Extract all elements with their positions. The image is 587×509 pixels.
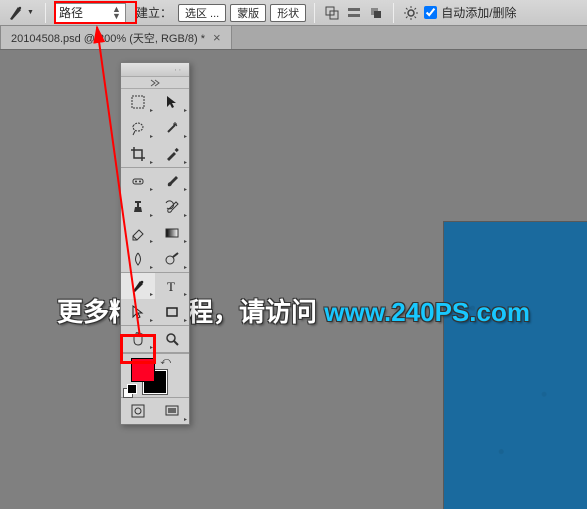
- divider: [393, 3, 394, 23]
- document-tab-title: 20104508.psd @ 200% (天空, RGB/8) *: [11, 30, 205, 46]
- close-icon[interactable]: ×: [213, 30, 221, 45]
- panel-collapse-toggle[interactable]: [121, 77, 189, 89]
- eraser-tool[interactable]: ▸: [121, 220, 155, 246]
- divider: [314, 3, 315, 23]
- rectangle-shape-tool[interactable]: ▸: [155, 299, 189, 325]
- panel-grip[interactable]: ∙∙: [121, 63, 189, 77]
- auto-add-delete-input[interactable]: [424, 6, 437, 19]
- document-tab[interactable]: 20104508.psd @ 200% (天空, RGB/8) * ×: [0, 25, 232, 49]
- color-swatch-zone: ⤺: [121, 353, 189, 397]
- tool-mode-value: 路径: [59, 4, 83, 21]
- default-colors-icon-bg: [127, 384, 137, 394]
- type-tool[interactable]: T▸: [155, 273, 189, 299]
- chevron-down-icon: ▼: [27, 9, 34, 16]
- auto-add-delete-label: 自动添加/删除: [441, 4, 516, 21]
- tool-mode-select[interactable]: 路径 ▲▼: [54, 3, 126, 23]
- hand-tool[interactable]: ▸: [121, 326, 155, 352]
- select-stepper-icon: ▲▼: [112, 6, 121, 20]
- screen-mode[interactable]: ▸: [155, 398, 189, 424]
- gear-icon[interactable]: [402, 4, 420, 22]
- pen-icon: [7, 4, 25, 22]
- canvas-area: 更多精品教程，请访问 www.240PS.com: [0, 50, 587, 509]
- pen-tool[interactable]: ▸: [121, 273, 155, 299]
- crop-tool[interactable]: ▸: [121, 141, 155, 167]
- zoom-tool[interactable]: [155, 326, 189, 352]
- path-selection-tool[interactable]: ▸: [121, 299, 155, 325]
- move-tool[interactable]: ▸: [155, 89, 189, 115]
- clone-stamp-tool[interactable]: ▸: [121, 194, 155, 220]
- path-alignment-icon[interactable]: [345, 4, 363, 22]
- eyedropper-tool[interactable]: ▸: [155, 141, 189, 167]
- make-shape-button[interactable]: 形状: [270, 4, 306, 22]
- path-arrangement-icon[interactable]: [367, 4, 385, 22]
- svg-text:T: T: [167, 279, 175, 294]
- divider: [45, 3, 46, 23]
- auto-add-delete-checkbox[interactable]: 自动添加/删除: [424, 4, 516, 21]
- make-selection-button[interactable]: 选区 ...: [178, 4, 226, 22]
- document-tabs-bar: 20104508.psd @ 200% (天空, RGB/8) * ×: [0, 26, 587, 50]
- path-operations-icon[interactable]: [323, 4, 341, 22]
- brush-tool[interactable]: ▸: [155, 168, 189, 194]
- grip-dots-icon: ∙∙: [175, 65, 183, 74]
- make-mask-button[interactable]: 蒙版: [230, 4, 266, 22]
- edit-modes-row: ▸: [121, 397, 189, 424]
- lasso-tool[interactable]: ▸: [121, 115, 155, 141]
- tool-preset-picker[interactable]: ▼: [4, 2, 37, 24]
- magic-wand-tool[interactable]: ▸: [155, 115, 189, 141]
- document-canvas[interactable]: [444, 222, 587, 509]
- foreground-color-swatch[interactable]: [131, 358, 155, 382]
- history-brush-tool[interactable]: ▸: [155, 194, 189, 220]
- spot-healing-brush-tool[interactable]: ▸: [121, 168, 155, 194]
- options-bar: ▼ 路径 ▲▼ 建立： 选区 ... 蒙版 形状 自动添加/删除: [0, 0, 587, 26]
- watermark-cn: 更多精品教程，请访问: [57, 297, 324, 327]
- swap-colors-icon[interactable]: ⤺: [160, 356, 171, 367]
- tool-grid: ▸ ▸ ▸ ▸ ▸ ▸ ▸ ▸ ▸ ▸ ▸: [121, 89, 189, 352]
- quick-mask-mode[interactable]: [121, 398, 155, 424]
- dodge-tool[interactable]: ▸: [155, 246, 189, 272]
- rectangular-marquee-tool[interactable]: ▸: [121, 89, 155, 115]
- create-label: 建立：: [136, 4, 172, 21]
- blur-tool[interactable]: ▸: [121, 246, 155, 272]
- gradient-tool[interactable]: ▸: [155, 220, 189, 246]
- tools-panel: ∙∙ ▸ ▸ ▸ ▸ ▸ ▸ ▸ ▸ ▸: [120, 62, 190, 425]
